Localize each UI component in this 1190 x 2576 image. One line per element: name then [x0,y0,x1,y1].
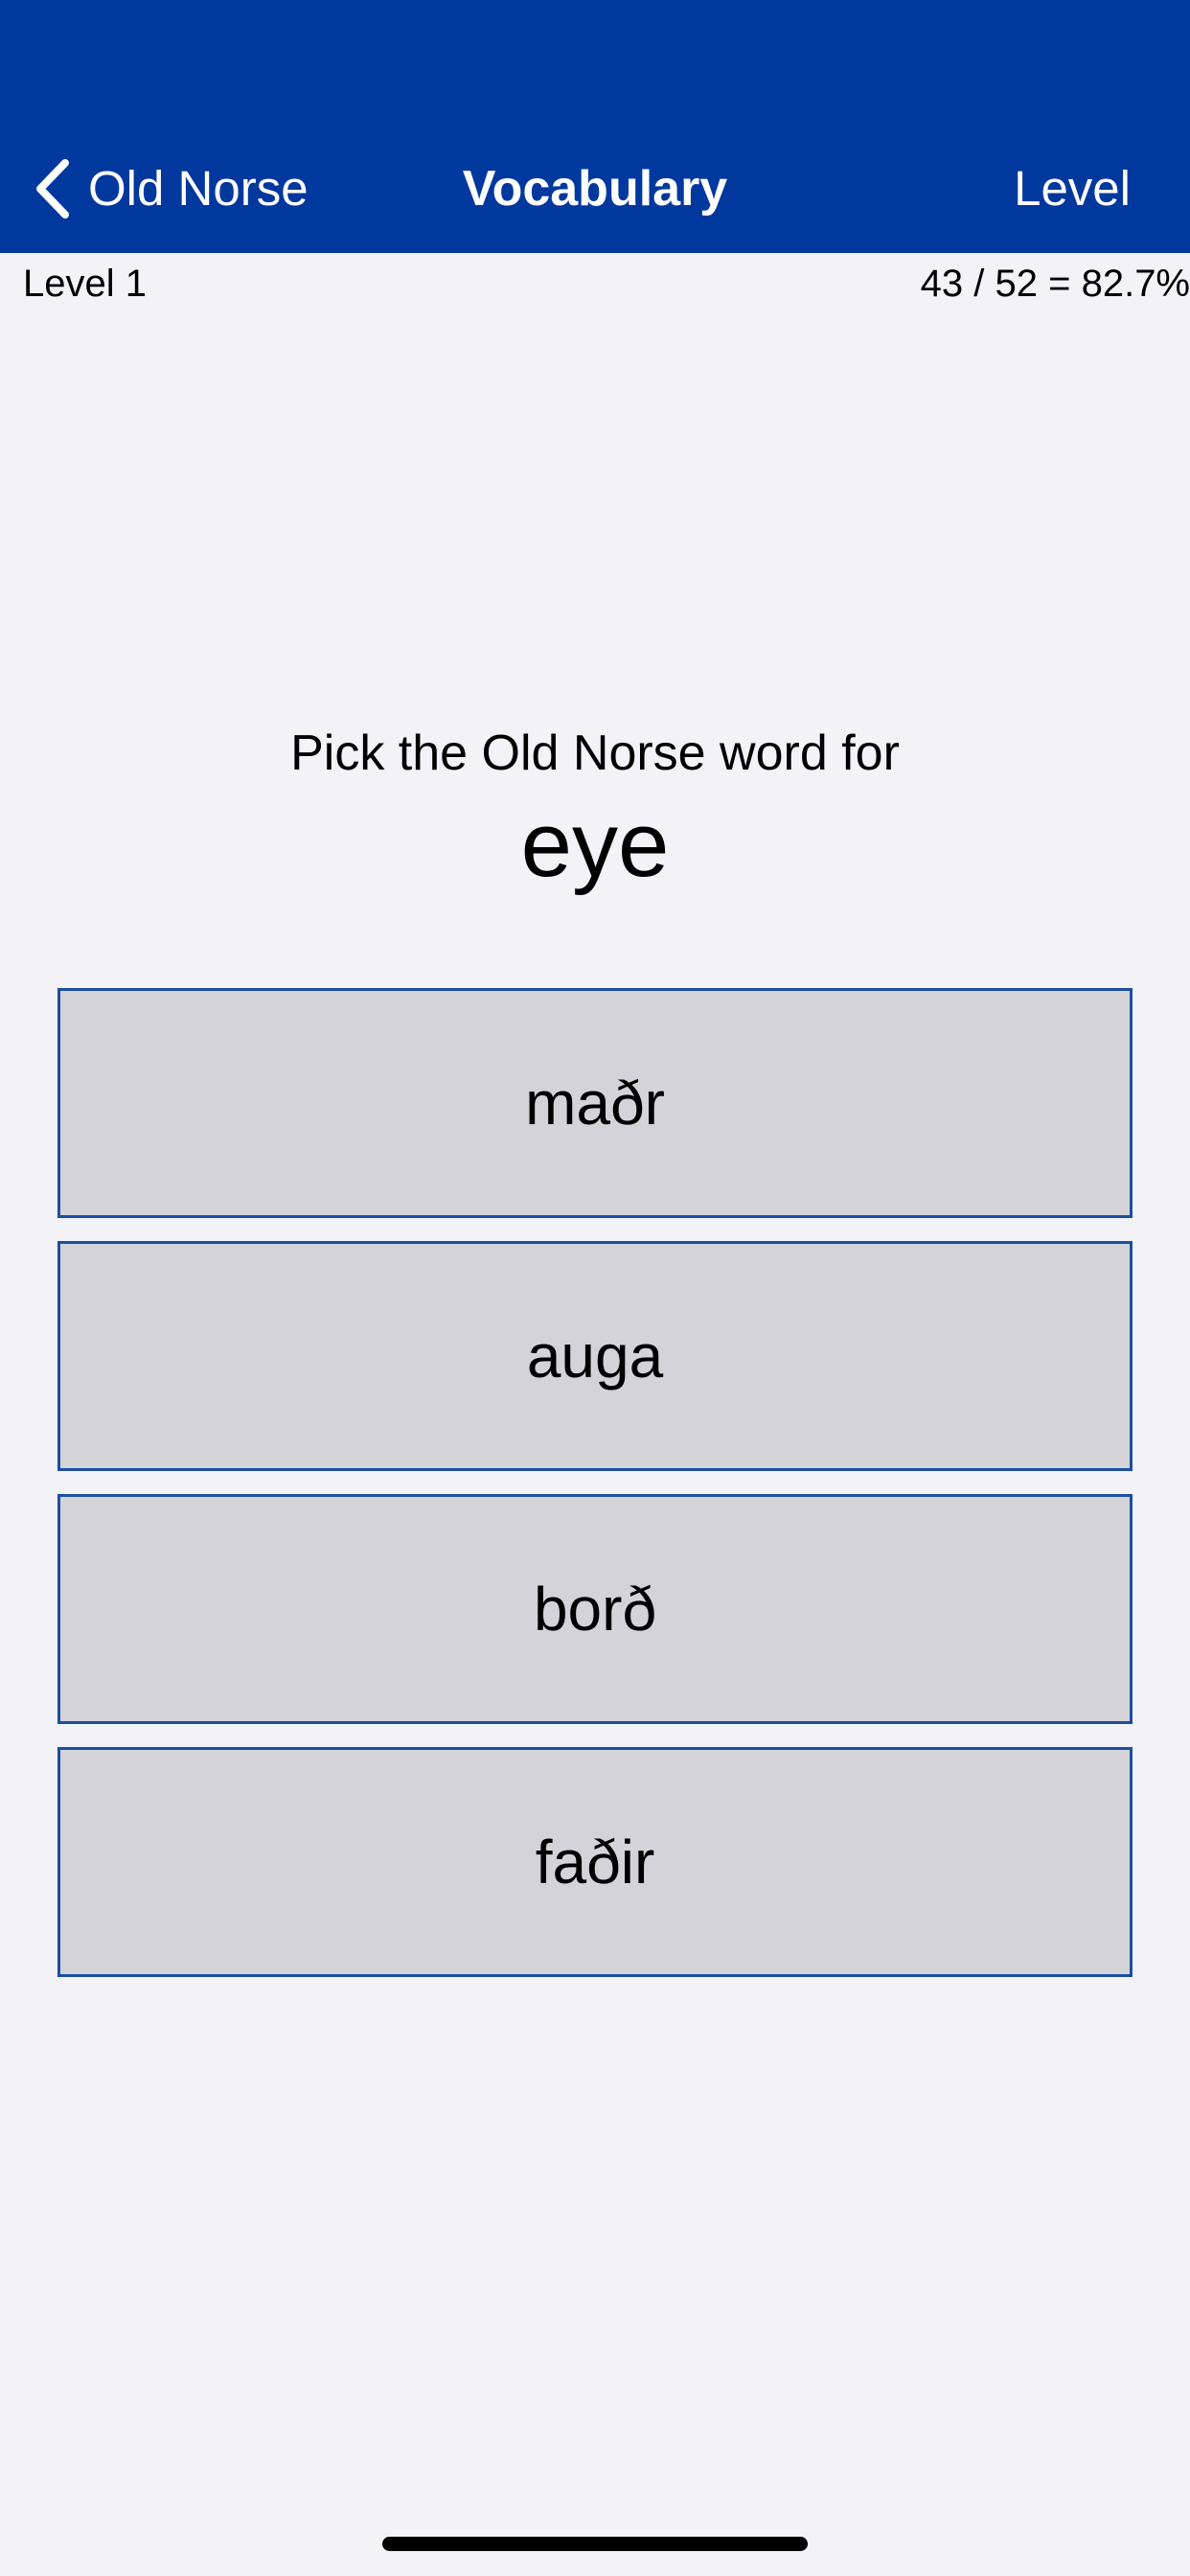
target-word: eye [520,794,670,896]
score-label: 43 / 52 = 82.7% [920,263,1190,305]
answer-options: maðr auga borð faðir [57,988,1133,2000]
current-level-label: Level 1 [23,263,147,305]
question-prompt: Pick the Old Norse word for [290,725,900,781]
home-indicator[interactable] [382,2537,808,2551]
answer-option-4[interactable]: faðir [57,1747,1133,1977]
navigation-bar: Old Norse Vocabulary Level [0,0,1190,253]
page-title: Vocabulary [462,161,728,217]
answer-option-1[interactable]: maðr [57,988,1133,1218]
level-button[interactable]: Level [1014,153,1131,224]
answer-option-3[interactable]: borð [57,1494,1133,1724]
answer-option-2[interactable]: auga [57,1241,1133,1471]
